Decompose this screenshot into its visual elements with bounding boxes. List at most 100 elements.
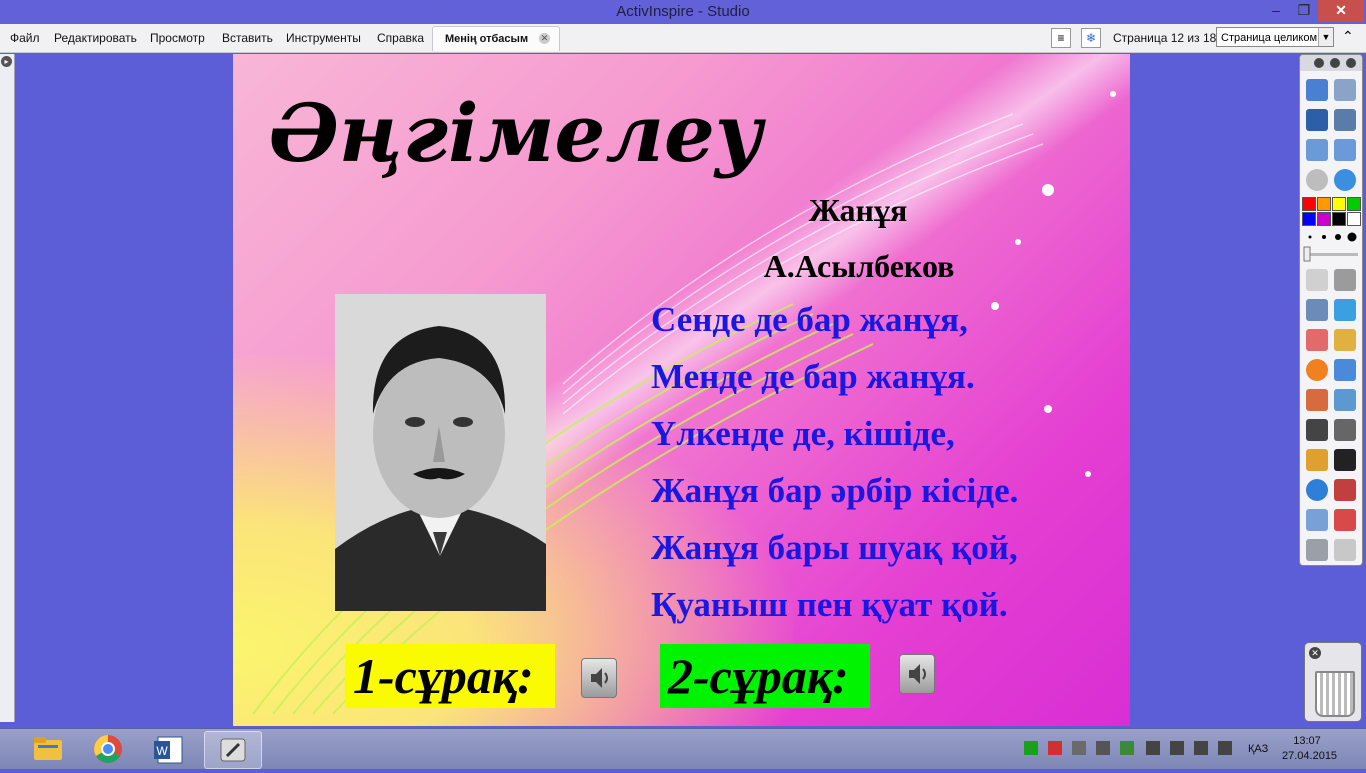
toolbox-menu-icon[interactable] — [1314, 58, 1324, 68]
refresh-icon[interactable] — [1334, 509, 1356, 531]
flash-icon[interactable] — [1334, 479, 1356, 501]
tool-settings-icon[interactable] — [1334, 269, 1356, 291]
portrait-illustration — [335, 294, 546, 611]
author-portrait[interactable] — [335, 294, 546, 611]
color-swatch-green[interactable] — [1347, 197, 1361, 211]
connector-icon[interactable] — [1334, 359, 1356, 381]
color-swatch-black[interactable] — [1332, 212, 1346, 226]
battery-icon[interactable] — [1170, 741, 1184, 755]
language-indicator[interactable]: ҚАЗ — [1248, 743, 1268, 755]
poem-line: Үлкенде де, кішіде, — [651, 414, 955, 453]
tray-app-icon[interactable] — [1024, 741, 1038, 755]
text-icon[interactable] — [1306, 419, 1328, 441]
signal-icon[interactable] — [1194, 741, 1208, 755]
poem-line: Жанұя бары шуақ қой, — [651, 528, 1018, 567]
web-browser-icon[interactable] — [1306, 479, 1328, 501]
tab-close-icon[interactable]: ✕ — [539, 33, 550, 44]
tab-flipchart[interactable]: Менің отбасым ✕ — [432, 26, 560, 51]
tools-icon[interactable] — [1334, 109, 1356, 131]
question-1-label[interactable]: 1-сұрақ: — [345, 644, 555, 708]
poem-author: А.Асылбеков — [763, 248, 955, 284]
tray-network-icon[interactable] — [1072, 741, 1086, 755]
grid-icon[interactable] — [1334, 419, 1356, 441]
color-swatch-blue[interactable] — [1302, 212, 1316, 226]
reader-icon[interactable] — [1334, 449, 1356, 471]
menu-view[interactable]: Просмотр — [150, 31, 205, 45]
browser-icon[interactable] — [1334, 79, 1356, 101]
tray-excel-icon[interactable] — [1048, 741, 1062, 755]
color-swatch-white[interactable] — [1347, 212, 1361, 226]
word-icon[interactable]: W — [142, 731, 198, 767]
next-page-icon[interactable] — [1334, 139, 1356, 161]
fill-icon[interactable] — [1334, 329, 1356, 351]
tray-nvidia-icon[interactable] — [1120, 741, 1134, 755]
zoom-select[interactable]: Страница целиком ▼ — [1216, 27, 1334, 47]
handwriting-icon[interactable] — [1306, 449, 1328, 471]
poem-title: Жанұя — [808, 192, 908, 228]
tab-label: Менің отбасым — [445, 33, 529, 45]
trash-can[interactable]: ✕ — [1304, 642, 1362, 722]
slide-heading: Әңгімелеу — [269, 86, 763, 180]
poem-line: Жанұя бар әрбір кісіде. — [651, 471, 1019, 510]
undo-icon[interactable] — [1306, 539, 1328, 561]
taskbar: W ҚАЗ 13:07 27.04.2015 — [0, 728, 1366, 769]
menu-help[interactable]: Справка — [377, 31, 424, 45]
speaker-icon[interactable] — [899, 654, 935, 694]
page-extender-icon[interactable] — [1334, 389, 1356, 411]
window-title: ActivInspire - Studio — [616, 3, 750, 20]
close-icon[interactable]: ✕ — [1309, 647, 1321, 659]
flipchart-page[interactable]: Әңгімелеу Жанұя А.Асылбеков Сенде де бар… — [233, 54, 1130, 726]
question-2-label[interactable]: 2-сұрақ: — [660, 644, 870, 708]
pen-width-selector[interactable] — [1300, 227, 1362, 267]
snowflake-icon[interactable]: ❄ — [1081, 28, 1101, 48]
flask-icon[interactable] — [1306, 509, 1328, 531]
collapse-chevron-icon[interactable]: ⌃ — [1342, 28, 1354, 45]
tray-tools-icon[interactable] — [1096, 741, 1110, 755]
page-indicator: Страница 12 из 18 — [1113, 31, 1217, 45]
play-icon[interactable] — [1306, 169, 1328, 191]
close-button[interactable]: ✕ — [1318, 0, 1364, 22]
reset-icon[interactable] — [1334, 169, 1356, 191]
color-swatch-purple[interactable] — [1317, 212, 1331, 226]
page-browser-icon[interactable]: ≡ — [1051, 28, 1071, 48]
chrome-icon[interactable] — [80, 731, 136, 767]
color-swatch-yellow[interactable] — [1332, 197, 1346, 211]
maximize-button[interactable]: ❐ — [1290, 0, 1318, 22]
panel-pin-icon[interactable]: ▸ — [1, 56, 12, 67]
poem-line: Менде де бар жанұя. — [651, 357, 975, 396]
zoom-select-value: Страница целиком — [1221, 32, 1318, 44]
file-explorer-icon[interactable] — [20, 731, 76, 767]
shape-icon[interactable] — [1306, 359, 1328, 381]
clock-date: 27.04.2015 — [1282, 750, 1338, 762]
menu-bar: Файл Редактировать Просмотр Вставить Инс… — [0, 24, 1366, 53]
redo-icon[interactable] — [1334, 539, 1356, 561]
color-swatch-red[interactable] — [1302, 197, 1316, 211]
menu-edit[interactable]: Редактировать — [54, 31, 137, 45]
flag-icon[interactable] — [1146, 741, 1160, 755]
chevron-down-icon[interactable]: ▼ — [1318, 28, 1333, 46]
color-swatch-orange[interactable] — [1317, 197, 1331, 211]
pen-mode-icon[interactable] — [1306, 109, 1328, 131]
poem-line: Қуаныш пен қуат қой. — [651, 585, 1008, 624]
speaker-icon[interactable] — [581, 658, 617, 698]
volume-icon[interactable] — [1218, 741, 1232, 755]
eraser-icon[interactable] — [1306, 329, 1328, 351]
menu-file[interactable]: Файл — [10, 31, 40, 45]
resource-library-icon[interactable] — [1306, 389, 1328, 411]
menu-insert[interactable]: Вставить — [222, 31, 273, 45]
toolbox-collapse-icon[interactable] — [1330, 58, 1340, 68]
minimize-button[interactable]: – — [1262, 0, 1290, 22]
clock[interactable]: 13:07 27.04.2015 — [1282, 734, 1338, 764]
select-icon[interactable] — [1306, 269, 1328, 291]
poem-line: Сенде де бар жанұя, — [651, 300, 968, 339]
toolbox-settings-icon[interactable] — [1346, 58, 1356, 68]
browser-panel-collapsed[interactable]: ▸ — [0, 54, 15, 722]
previous-page-icon[interactable] — [1306, 139, 1328, 161]
pen-icon[interactable] — [1306, 299, 1328, 321]
activinspire-icon[interactable] — [204, 731, 262, 769]
main-menu-icon[interactable] — [1306, 79, 1328, 101]
highlighter-icon[interactable] — [1334, 299, 1356, 321]
trash-icon — [1315, 671, 1355, 717]
toolbox-header — [1300, 55, 1362, 71]
menu-tools[interactable]: Инструменты — [286, 31, 361, 45]
